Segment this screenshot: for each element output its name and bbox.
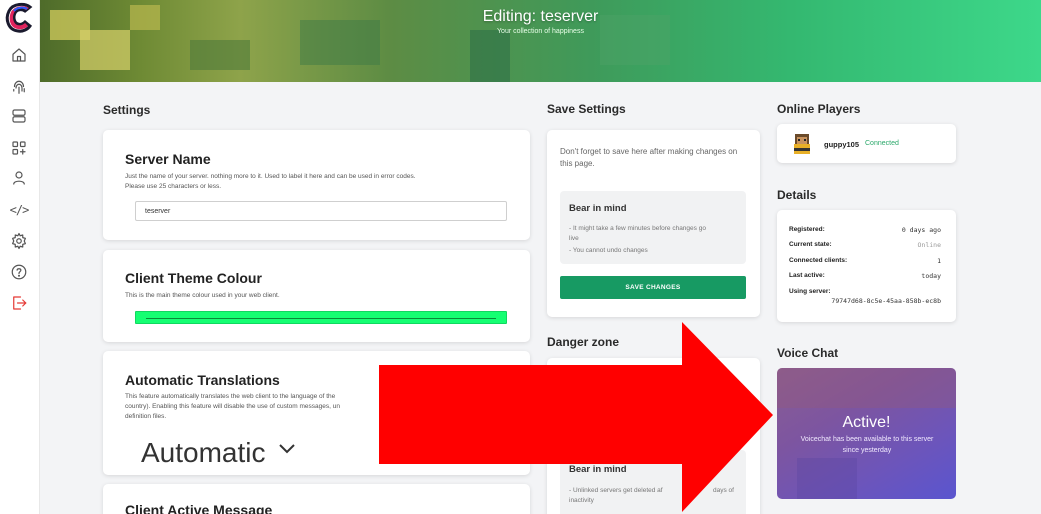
detail-label-clients: Connected clients: [789, 257, 848, 264]
banner-block [300, 20, 380, 65]
home-icon[interactable] [9, 45, 29, 65]
detail-label-registered: Registered: [789, 226, 825, 233]
gear-icon[interactable] [9, 231, 29, 251]
translations-description-2: country). Enabling this feature will dis… [125, 403, 340, 410]
help-icon[interactable] [9, 262, 29, 282]
translations-heading: Automatic Translations [125, 372, 280, 388]
detail-value-registered: 0 days ago [901, 226, 941, 234]
banner-block [190, 40, 250, 70]
banner-block [80, 30, 130, 70]
danger-note-1b: days of [713, 487, 734, 494]
detail-label-server: Using server: [789, 288, 831, 295]
bear-in-mind-box: Bear in mind - It might take a few minut… [560, 191, 746, 264]
save-changes-button[interactable]: SAVE CHANGES [560, 276, 746, 299]
theme-colour-description: This is the main theme colour used in yo… [125, 292, 280, 299]
server-name-card: Server Name Just the name of your server… [103, 130, 530, 240]
voice-chat-text: Voicechat has been available to this ser… [800, 436, 934, 454]
header-banner: Editing: teserver Your collection of hap… [40, 0, 1041, 82]
code-icon-glyph: </> [9, 203, 30, 217]
detail-label-state: Current state: [789, 241, 832, 248]
player-avatar [794, 134, 810, 154]
details-card: Registered: 0 days ago Current state: On… [777, 210, 956, 322]
server-name-description: Just the name of your server. nothing mo… [125, 173, 416, 180]
logout-icon[interactable] [9, 293, 29, 313]
detail-value-server-id: 79747d68-8c5e-45aa-858b-ec8b [831, 297, 941, 305]
detail-value-last-active: today [921, 272, 941, 280]
active-message-card: Client Active Message [103, 484, 530, 514]
theme-colour-card: Client Theme Colour This is the main the… [103, 250, 530, 342]
translations-select[interactable]: Automatic [141, 437, 266, 469]
chevron-down-icon[interactable] [279, 444, 295, 454]
user-icon[interactable] [9, 168, 29, 188]
server-icon[interactable] [9, 106, 29, 126]
save-reminder-text: Don't forget to save here after making c… [560, 147, 738, 168]
player-name: guppy105 [824, 140, 860, 149]
banner-block [470, 30, 510, 82]
apps-add-icon[interactable] [9, 138, 29, 158]
voice-bg-shade [797, 458, 857, 499]
active-message-heading: Client Active Message [125, 502, 273, 514]
voice-chat-card: Active! Voicechat has been available to … [777, 368, 956, 499]
page-subtitle: Your collection of happiness [497, 28, 584, 35]
detail-label-last-active: Last active: [789, 272, 825, 279]
translations-card: Automatic Translations This feature auto… [103, 351, 530, 475]
player-status: Connected [865, 140, 899, 147]
danger-zone-card: Bear in mind - Unlinked servers get dele… [547, 358, 760, 514]
theme-colour-picker[interactable] [135, 311, 507, 324]
fingerprint-icon[interactable] [9, 78, 29, 98]
bear-note-2: - You cannot undo changes [569, 247, 648, 254]
bear-note-1b: live [569, 235, 579, 242]
voice-chat-status: Active! [842, 414, 891, 431]
bear-note-1: - It might take a few minutes before cha… [569, 225, 706, 232]
bear-in-mind-title: Bear in mind [569, 203, 627, 214]
danger-bear-box: Bear in mind - Unlinked servers get dele… [560, 450, 746, 514]
translations-description-1: This feature automatically translates th… [125, 393, 336, 400]
danger-note-1: - Unlinked servers get deleted af [569, 487, 663, 494]
theme-colour-heading: Client Theme Colour [125, 270, 262, 286]
page-title: Editing: teserver [482, 8, 599, 25]
player-row[interactable]: guppy105 Connected [777, 124, 956, 163]
danger-note-2: inactivity [569, 497, 594, 504]
save-settings-title: Save Settings [547, 102, 626, 116]
danger-bear-title: Bear in mind [569, 464, 627, 475]
server-name-input[interactable] [135, 201, 507, 221]
server-name-hint: Please use 25 characters or less. [125, 183, 222, 190]
danger-zone-title: Danger zone [547, 335, 620, 349]
voice-bg-shade [777, 368, 956, 408]
code-icon[interactable]: </> [9, 200, 30, 220]
sidebar: </> [0, 0, 40, 514]
online-players-title: Online Players [777, 102, 861, 116]
settings-title: Settings [103, 103, 151, 117]
detail-value-state: Online [917, 241, 941, 249]
voice-chat-title: Voice Chat [777, 346, 839, 360]
translations-description-3: definition files. [125, 413, 167, 420]
server-name-heading: Server Name [125, 151, 211, 167]
detail-value-clients: 1 [937, 257, 941, 265]
app-logo[interactable] [3, 2, 35, 34]
colour-picker-line [146, 318, 496, 319]
details-title: Details [777, 188, 817, 202]
save-settings-card: Don't forget to save here after making c… [547, 130, 760, 317]
